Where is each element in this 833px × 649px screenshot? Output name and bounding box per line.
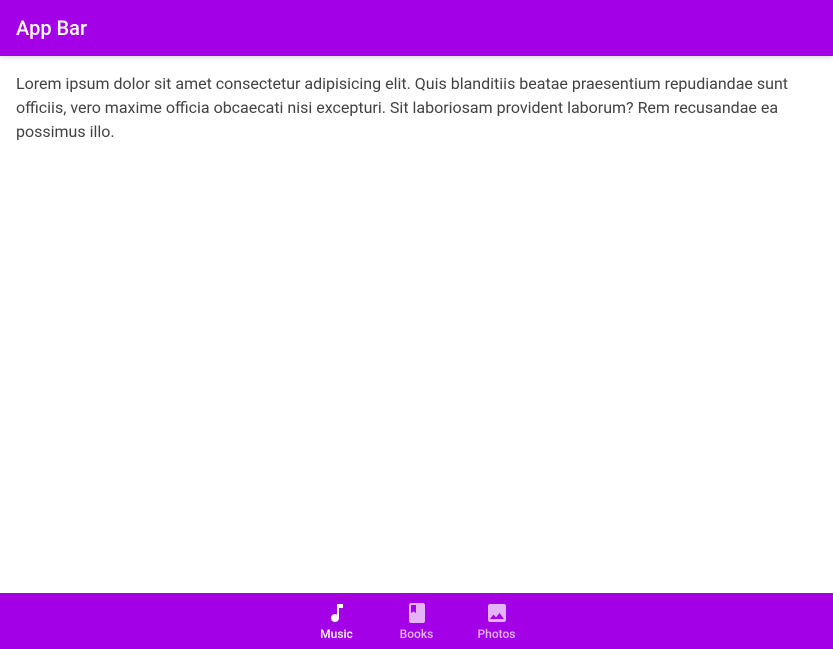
bottom-nav-label: Music (320, 627, 353, 641)
main-content: Lorem ipsum dolor sit amet consectetur a… (0, 56, 833, 593)
music-note-icon (325, 601, 349, 625)
app-bar: App Bar (0, 0, 833, 56)
bottom-navigation: Music Books Photos (0, 593, 833, 649)
image-icon (485, 601, 509, 625)
bottom-nav-label: Books (400, 627, 434, 641)
body-text: Lorem ipsum dolor sit amet consectetur a… (16, 72, 817, 144)
bottom-nav-item-photos[interactable]: Photos (457, 593, 537, 649)
bottom-nav-item-music[interactable]: Music (297, 593, 377, 649)
bottom-nav-label: Photos (478, 627, 516, 641)
book-icon (405, 601, 429, 625)
bottom-nav-item-books[interactable]: Books (377, 593, 457, 649)
app-bar-title: App Bar (16, 16, 87, 40)
